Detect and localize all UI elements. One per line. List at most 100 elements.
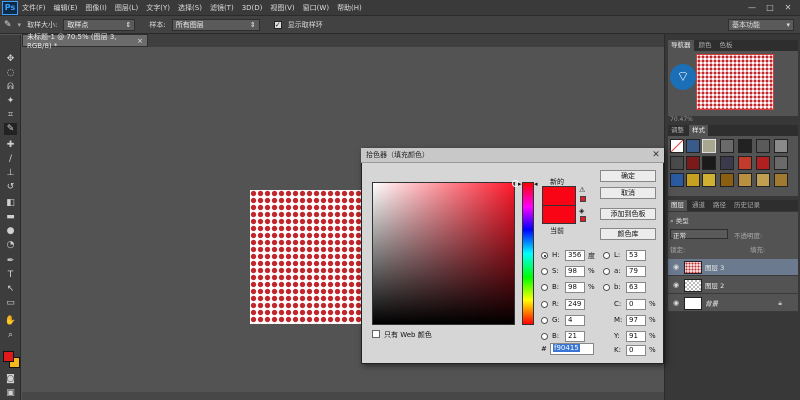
menu-file[interactable]: 文件(F) <box>18 3 50 13</box>
web-safe-color-swatch[interactable] <box>580 216 586 222</box>
menu-edit[interactable]: 编辑(E) <box>50 3 82 13</box>
layer-row[interactable]: ◉ 背景 🔒︎ <box>668 295 798 312</box>
brightness-field[interactable]: 98 <box>565 282 585 293</box>
tab-styles[interactable]: 样式 <box>689 125 708 136</box>
menu-help[interactable]: 帮助(H) <box>333 3 366 13</box>
close-icon[interactable]: ✕ <box>650 149 662 161</box>
quick-select-tool-icon[interactable]: ✦ <box>4 95 17 107</box>
eyedropper-tool-icon[interactable]: ✎ <box>4 123 17 135</box>
minimize-button[interactable]: — <box>746 3 758 12</box>
hue-slider-arrow-icon[interactable]: ▸ <box>518 180 522 188</box>
out-of-gamut-warning-icon[interactable]: ⚠ <box>579 186 587 194</box>
history-brush-icon[interactable]: ↺ <box>4 181 17 193</box>
close-window-button[interactable]: ✕ <box>782 3 794 12</box>
tab-history[interactable]: 历史记录 <box>731 200 763 211</box>
style-swatch[interactable] <box>686 173 700 187</box>
menu-view[interactable]: 视图(V) <box>266 3 298 13</box>
gradient-tool-icon[interactable]: ▬ <box>4 211 17 223</box>
marquee-tool-icon[interactable]: ◌ <box>4 67 17 79</box>
brush-tool-icon[interactable]: ∕ <box>4 153 17 165</box>
add-to-swatches-button[interactable]: 添加到色板 <box>600 208 656 220</box>
style-swatch[interactable] <box>720 156 734 170</box>
l-field[interactable]: 53 <box>626 250 646 261</box>
tool-preset-dropdown-icon[interactable]: ▾ <box>18 21 22 29</box>
style-swatch[interactable] <box>702 173 716 187</box>
web-only-checkbox[interactable] <box>372 330 380 338</box>
eraser-tool-icon[interactable]: ◧ <box>4 197 17 209</box>
style-swatch[interactable] <box>670 139 684 153</box>
dialog-title[interactable]: 拾色器（填充颜色） <box>361 148 664 163</box>
style-swatch[interactable] <box>756 139 770 153</box>
eye-icon[interactable]: ◉ <box>671 263 681 271</box>
style-swatch[interactable] <box>738 173 752 187</box>
ok-button[interactable]: 确定 <box>600 170 656 182</box>
tab-paths[interactable]: 路径 <box>710 200 729 211</box>
sample-select[interactable]: 所有图层 ⇕ <box>171 18 260 31</box>
style-swatch[interactable] <box>738 139 752 153</box>
h-field[interactable]: 356 <box>565 250 585 261</box>
lasso-tool-icon[interactable]: ᕱ <box>4 81 17 93</box>
style-swatch[interactable] <box>702 156 716 170</box>
tab-channels[interactable]: 通道 <box>689 200 708 211</box>
shape-tool-icon[interactable]: ▭ <box>4 297 17 309</box>
stamp-tool-icon[interactable]: ⊥ <box>4 167 17 179</box>
show-ring-checkbox[interactable]: ✓ <box>273 20 282 29</box>
type-tool-icon[interactable]: T <box>4 269 17 281</box>
s-radio[interactable] <box>541 268 548 275</box>
r-radio[interactable] <box>541 301 548 308</box>
menu-window[interactable]: 窗口(W) <box>299 3 333 13</box>
foreground-color-swatch[interactable] <box>3 351 14 362</box>
layer-kind-filter[interactable]: ⌕ 类型 <box>670 215 689 226</box>
a-radio[interactable] <box>603 268 610 275</box>
style-swatch[interactable] <box>720 173 734 187</box>
hex-input[interactable]: f90415 <box>550 343 594 355</box>
menu-layer[interactable]: 图层(L) <box>111 3 142 13</box>
hand-tool-icon[interactable]: ✋ <box>4 315 17 327</box>
current-color-swatch[interactable] <box>542 205 576 224</box>
healing-tool-icon[interactable]: ✚ <box>4 139 17 151</box>
screen-mode-icon[interactable]: ▣ <box>4 387 17 399</box>
menu-type[interactable]: 文字(Y) <box>142 3 174 13</box>
maximize-button[interactable]: □ <box>764 3 776 12</box>
s-field[interactable]: 98 <box>565 266 585 277</box>
crop-tool-icon[interactable]: ⌗ <box>4 109 17 121</box>
c-field[interactable]: 0 <box>626 299 646 310</box>
menu-select[interactable]: 选择(S) <box>174 3 206 13</box>
tab-adjustments[interactable]: 调整 <box>668 125 687 136</box>
y-field[interactable]: 91 <box>626 331 646 342</box>
lab-b-field[interactable]: 63 <box>626 282 646 293</box>
blend-mode-select[interactable]: 正常 <box>670 229 728 240</box>
eyedropper-tool-icon[interactable]: ✎ <box>4 20 12 30</box>
dodge-tool-icon[interactable]: ◔ <box>4 239 17 251</box>
lab-b-radio[interactable] <box>603 284 610 291</box>
style-swatch[interactable] <box>702 139 716 153</box>
tab-layers[interactable]: 图层 <box>668 200 687 211</box>
quick-mask-icon[interactable]: ◙ <box>4 373 17 385</box>
blue-radio[interactable] <box>541 333 548 340</box>
eye-icon[interactable]: ◉ <box>671 281 681 289</box>
saturation-brightness-field[interactable] <box>372 182 515 325</box>
workspace-select[interactable]: 基本功能 ▾ <box>728 18 794 31</box>
style-swatch[interactable] <box>670 173 684 187</box>
brightness-radio[interactable] <box>541 284 548 291</box>
gamut-color-swatch[interactable] <box>580 196 586 202</box>
style-swatch[interactable] <box>756 156 770 170</box>
document-canvas[interactable] <box>250 190 370 324</box>
style-swatch[interactable] <box>756 173 770 187</box>
cancel-button[interactable]: 取消 <box>600 187 656 199</box>
r-field[interactable]: 249 <box>565 299 585 310</box>
style-swatch[interactable] <box>670 156 684 170</box>
tab-navigator[interactable]: 导航器 <box>668 40 694 51</box>
style-swatch[interactable] <box>686 156 700 170</box>
m-field[interactable]: 97 <box>626 315 646 326</box>
g-radio[interactable] <box>541 317 548 324</box>
blur-tool-icon[interactable]: ● <box>4 225 17 237</box>
style-swatch[interactable] <box>720 139 734 153</box>
tab-color[interactable]: 颜色 <box>696 40 715 51</box>
eye-icon[interactable]: ◉ <box>671 299 681 307</box>
layer-row[interactable]: ◉ 图层 2 <box>668 277 798 294</box>
style-swatch[interactable] <box>738 156 752 170</box>
h-radio[interactable] <box>541 252 548 259</box>
style-swatch[interactable] <box>774 139 788 153</box>
style-swatch[interactable] <box>774 156 788 170</box>
